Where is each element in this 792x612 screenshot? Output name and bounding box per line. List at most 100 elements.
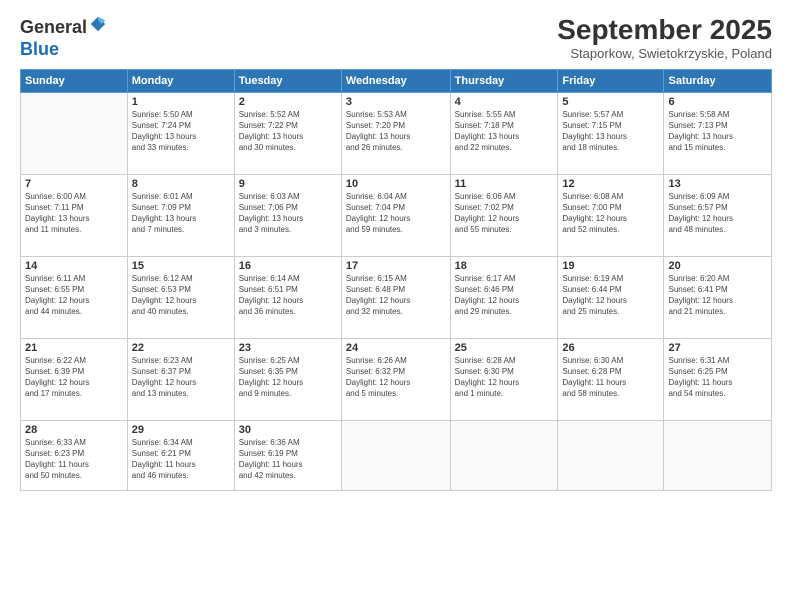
- logo-icon: [89, 15, 107, 33]
- calendar-cell: 22Sunrise: 6:23 AMSunset: 6:37 PMDayligh…: [127, 338, 234, 420]
- calendar-cell: 21Sunrise: 6:22 AMSunset: 6:39 PMDayligh…: [21, 338, 128, 420]
- calendar-cell: 17Sunrise: 6:15 AMSunset: 6:48 PMDayligh…: [341, 256, 450, 338]
- day-info: Sunrise: 6:08 AMSunset: 7:00 PMDaylight:…: [562, 191, 659, 236]
- day-number: 23: [239, 342, 337, 354]
- calendar-cell: [664, 420, 772, 490]
- day-info: Sunrise: 5:55 AMSunset: 7:18 PMDaylight:…: [455, 109, 554, 154]
- calendar-header-row: Sunday Monday Tuesday Wednesday Thursday…: [21, 69, 772, 92]
- day-info: Sunrise: 6:20 AMSunset: 6:41 PMDaylight:…: [668, 273, 767, 318]
- calendar-cell: 14Sunrise: 6:11 AMSunset: 6:55 PMDayligh…: [21, 256, 128, 338]
- day-number: 5: [562, 96, 659, 108]
- day-info: Sunrise: 6:28 AMSunset: 6:30 PMDaylight:…: [455, 355, 554, 400]
- logo-blue-text: Blue: [20, 39, 59, 59]
- day-info: Sunrise: 6:03 AMSunset: 7:06 PMDaylight:…: [239, 191, 337, 236]
- day-number: 27: [668, 342, 767, 354]
- day-info: Sunrise: 5:52 AMSunset: 7:22 PMDaylight:…: [239, 109, 337, 154]
- day-info: Sunrise: 6:36 AMSunset: 6:19 PMDaylight:…: [239, 437, 337, 482]
- day-number: 25: [455, 342, 554, 354]
- calendar-cell: 4Sunrise: 5:55 AMSunset: 7:18 PMDaylight…: [450, 92, 558, 174]
- day-number: 10: [346, 178, 446, 190]
- day-number: 22: [132, 342, 230, 354]
- calendar-cell: 7Sunrise: 6:00 AMSunset: 7:11 PMDaylight…: [21, 174, 128, 256]
- day-info: Sunrise: 6:19 AMSunset: 6:44 PMDaylight:…: [562, 273, 659, 318]
- day-number: 7: [25, 178, 123, 190]
- calendar-cell: 3Sunrise: 5:53 AMSunset: 7:20 PMDaylight…: [341, 92, 450, 174]
- day-info: Sunrise: 6:31 AMSunset: 6:25 PMDaylight:…: [668, 355, 767, 400]
- day-info: Sunrise: 6:17 AMSunset: 6:46 PMDaylight:…: [455, 273, 554, 318]
- day-info: Sunrise: 5:58 AMSunset: 7:13 PMDaylight:…: [668, 109, 767, 154]
- day-info: Sunrise: 6:11 AMSunset: 6:55 PMDaylight:…: [25, 273, 123, 318]
- day-info: Sunrise: 6:34 AMSunset: 6:21 PMDaylight:…: [132, 437, 230, 482]
- month-title: September 2025: [557, 15, 772, 46]
- calendar-cell: [21, 92, 128, 174]
- day-number: 24: [346, 342, 446, 354]
- day-info: Sunrise: 5:53 AMSunset: 7:20 PMDaylight:…: [346, 109, 446, 154]
- day-info: Sunrise: 6:00 AMSunset: 7:11 PMDaylight:…: [25, 191, 123, 236]
- day-number: 30: [239, 424, 337, 436]
- day-number: 21: [25, 342, 123, 354]
- calendar-cell: 26Sunrise: 6:30 AMSunset: 6:28 PMDayligh…: [558, 338, 664, 420]
- calendar-cell: 10Sunrise: 6:04 AMSunset: 7:04 PMDayligh…: [341, 174, 450, 256]
- day-number: 17: [346, 260, 446, 272]
- day-number: 3: [346, 96, 446, 108]
- day-number: 28: [25, 424, 123, 436]
- day-number: 15: [132, 260, 230, 272]
- calendar-cell: 29Sunrise: 6:34 AMSunset: 6:21 PMDayligh…: [127, 420, 234, 490]
- logo: General Blue: [20, 15, 107, 60]
- title-block: September 2025 Staporkow, Swietokrzyskie…: [557, 15, 772, 61]
- calendar-cell: 9Sunrise: 6:03 AMSunset: 7:06 PMDaylight…: [234, 174, 341, 256]
- col-monday: Monday: [127, 69, 234, 92]
- day-number: 19: [562, 260, 659, 272]
- day-info: Sunrise: 6:14 AMSunset: 6:51 PMDaylight:…: [239, 273, 337, 318]
- day-number: 6: [668, 96, 767, 108]
- day-info: Sunrise: 6:09 AMSunset: 6:57 PMDaylight:…: [668, 191, 767, 236]
- day-info: Sunrise: 6:30 AMSunset: 6:28 PMDaylight:…: [562, 355, 659, 400]
- col-sunday: Sunday: [21, 69, 128, 92]
- logo-general-text: General: [20, 17, 87, 37]
- calendar-cell: 19Sunrise: 6:19 AMSunset: 6:44 PMDayligh…: [558, 256, 664, 338]
- day-number: 18: [455, 260, 554, 272]
- location-text: Staporkow, Swietokrzyskie, Poland: [557, 46, 772, 61]
- day-info: Sunrise: 6:26 AMSunset: 6:32 PMDaylight:…: [346, 355, 446, 400]
- day-number: 20: [668, 260, 767, 272]
- calendar-cell: 12Sunrise: 6:08 AMSunset: 7:00 PMDayligh…: [558, 174, 664, 256]
- day-info: Sunrise: 5:50 AMSunset: 7:24 PMDaylight:…: [132, 109, 230, 154]
- calendar-cell: 8Sunrise: 6:01 AMSunset: 7:09 PMDaylight…: [127, 174, 234, 256]
- day-info: Sunrise: 6:06 AMSunset: 7:02 PMDaylight:…: [455, 191, 554, 236]
- calendar-cell: 1Sunrise: 5:50 AMSunset: 7:24 PMDaylight…: [127, 92, 234, 174]
- calendar-cell: [558, 420, 664, 490]
- calendar-cell: 15Sunrise: 6:12 AMSunset: 6:53 PMDayligh…: [127, 256, 234, 338]
- calendar-cell: 18Sunrise: 6:17 AMSunset: 6:46 PMDayligh…: [450, 256, 558, 338]
- day-info: Sunrise: 6:23 AMSunset: 6:37 PMDaylight:…: [132, 355, 230, 400]
- calendar-cell: 27Sunrise: 6:31 AMSunset: 6:25 PMDayligh…: [664, 338, 772, 420]
- day-info: Sunrise: 5:57 AMSunset: 7:15 PMDaylight:…: [562, 109, 659, 154]
- col-tuesday: Tuesday: [234, 69, 341, 92]
- col-thursday: Thursday: [450, 69, 558, 92]
- day-info: Sunrise: 6:01 AMSunset: 7:09 PMDaylight:…: [132, 191, 230, 236]
- day-number: 8: [132, 178, 230, 190]
- day-number: 1: [132, 96, 230, 108]
- day-info: Sunrise: 6:04 AMSunset: 7:04 PMDaylight:…: [346, 191, 446, 236]
- calendar-cell: 28Sunrise: 6:33 AMSunset: 6:23 PMDayligh…: [21, 420, 128, 490]
- calendar-cell: 11Sunrise: 6:06 AMSunset: 7:02 PMDayligh…: [450, 174, 558, 256]
- day-number: 2: [239, 96, 337, 108]
- calendar-cell: 13Sunrise: 6:09 AMSunset: 6:57 PMDayligh…: [664, 174, 772, 256]
- day-info: Sunrise: 6:12 AMSunset: 6:53 PMDaylight:…: [132, 273, 230, 318]
- day-number: 9: [239, 178, 337, 190]
- calendar-cell: 23Sunrise: 6:25 AMSunset: 6:35 PMDayligh…: [234, 338, 341, 420]
- day-info: Sunrise: 6:25 AMSunset: 6:35 PMDaylight:…: [239, 355, 337, 400]
- page-header: General Blue September 2025 Staporkow, S…: [20, 15, 772, 61]
- calendar-cell: 30Sunrise: 6:36 AMSunset: 6:19 PMDayligh…: [234, 420, 341, 490]
- day-number: 16: [239, 260, 337, 272]
- calendar-cell: [341, 420, 450, 490]
- day-number: 11: [455, 178, 554, 190]
- col-wednesday: Wednesday: [341, 69, 450, 92]
- day-number: 26: [562, 342, 659, 354]
- calendar-cell: 20Sunrise: 6:20 AMSunset: 6:41 PMDayligh…: [664, 256, 772, 338]
- day-number: 4: [455, 96, 554, 108]
- day-number: 29: [132, 424, 230, 436]
- calendar-cell: 6Sunrise: 5:58 AMSunset: 7:13 PMDaylight…: [664, 92, 772, 174]
- calendar-cell: 16Sunrise: 6:14 AMSunset: 6:51 PMDayligh…: [234, 256, 341, 338]
- calendar-cell: 5Sunrise: 5:57 AMSunset: 7:15 PMDaylight…: [558, 92, 664, 174]
- day-info: Sunrise: 6:22 AMSunset: 6:39 PMDaylight:…: [25, 355, 123, 400]
